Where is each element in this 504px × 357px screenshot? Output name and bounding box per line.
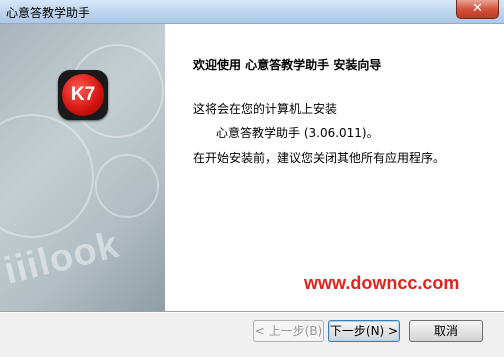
close-button[interactable]: ✕	[456, 0, 499, 19]
k7-logo-icon: K7	[58, 70, 108, 120]
install-description: 这将会在您的计算机上安装	[193, 102, 338, 116]
back-button[interactable]: < 上一步(B)	[253, 320, 324, 342]
close-icon: ✕	[472, 1, 483, 16]
button-bar: < 上一步(B) 下一步(N) > 取消	[0, 313, 504, 357]
wizard-content: 欢迎使用 心意答教学助手 安装向导 这将会在您的计算机上安装 心意答教学助手 (…	[166, 24, 504, 311]
installer-window: 心意答教学助手 ✕ K7 iiilook 欢迎使用 心意答教学助手 安装向导 这…	[0, 0, 504, 357]
page-title: 欢迎使用 心意答教学助手 安装向导	[193, 58, 382, 72]
product-version: 心意答教学助手 (3.06.011)。	[216, 126, 379, 140]
wizard-side-panel: K7 iiilook	[0, 24, 165, 311]
decorative-circle	[0, 114, 94, 238]
close-apps-advice: 在开始安装前，建议您关闭其他所有应用程序。	[193, 151, 446, 165]
next-button[interactable]: 下一步(N) >	[328, 320, 400, 342]
cancel-button[interactable]: 取消	[409, 320, 483, 342]
title-bar[interactable]: 心意答教学助手 ✕	[0, 0, 504, 24]
logo-text: K7	[62, 74, 104, 116]
window-title: 心意答教学助手	[6, 6, 91, 20]
site-watermark: www.downcc.com	[304, 273, 460, 293]
decorative-circle	[95, 154, 159, 218]
